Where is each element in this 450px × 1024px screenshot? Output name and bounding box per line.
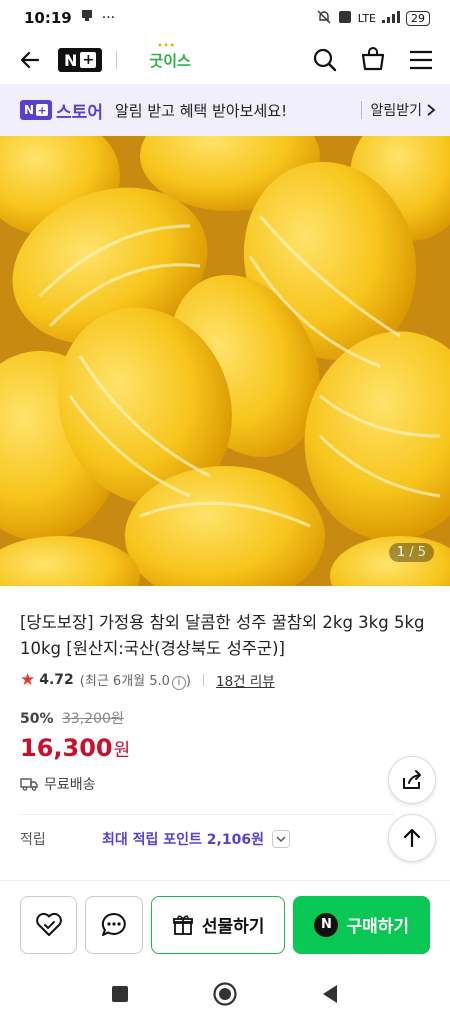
shop-logo[interactable]: 굿이스 (149, 41, 190, 71)
wishlist-button[interactable] (20, 895, 78, 954)
image-current: 1 (396, 545, 406, 560)
triangle-back-icon (323, 985, 337, 1003)
info-icon[interactable]: i (171, 676, 186, 690)
points-value: 최대 적립 포인트 2,106원 (102, 832, 264, 848)
original-price-row: 50% 33,200원 (20, 708, 430, 728)
gift-button[interactable]: 선물하기 (150, 895, 286, 954)
square-icon (112, 986, 128, 1002)
shipping-label: 무료배송 (44, 777, 96, 793)
naver-pay-badge: N (314, 912, 339, 937)
scroll-top-button[interactable] (388, 814, 436, 862)
menu-button[interactable] (406, 45, 436, 75)
store-name: 스토어 (56, 102, 103, 123)
sale-price-row: 16,300 원 (20, 734, 430, 762)
basket-icon (361, 47, 385, 71)
image-page-indicator: 1 / 5 (388, 543, 434, 562)
section-divider (20, 814, 394, 815)
home-button[interactable] (212, 981, 238, 1011)
buy-label: 구매하기 (346, 917, 410, 937)
share-icon (403, 770, 421, 789)
cart-button[interactable] (358, 45, 388, 75)
points-row[interactable]: 적립 최대 적립 포인트 2,106원 (20, 829, 430, 849)
naver-plus-store-logo: N + 스토어 (20, 98, 103, 123)
logo-plus: + (80, 52, 97, 68)
signal-icon (382, 10, 400, 26)
notification-icon (80, 9, 94, 27)
search-icon (313, 48, 337, 72)
status-bar: 10:19 ··· LTE 29 (0, 0, 450, 36)
chevron-down-icon (276, 836, 286, 843)
chevron-right-icon (427, 104, 436, 116)
recent-rating-close: ) (185, 674, 191, 689)
share-button[interactable] (388, 756, 436, 804)
system-back-button[interactable] (320, 983, 340, 1009)
recent-rating: (최근 6개월 5.0 i) (80, 670, 191, 690)
gift-icon (172, 914, 193, 935)
discount-rate: 50% (20, 711, 54, 727)
logo-letter: N (64, 50, 78, 70)
star-icon: ★ (20, 670, 36, 690)
clock: 10:19 (24, 9, 72, 27)
mute-icon (316, 9, 332, 28)
volte-icon (338, 10, 352, 27)
battery-indicator: 29 (406, 10, 430, 26)
image-total: / 5 (409, 545, 426, 560)
product-info: [당도보장] 가정용 참외 달콤한 성주 꿀참외 2kg 3kg 5kg 10k… (0, 586, 450, 849)
system-navigation-bar (0, 968, 450, 1024)
nav-divider (116, 51, 118, 69)
gift-label: 선물하기 (201, 917, 265, 937)
circle-home-icon (213, 982, 237, 1006)
back-button[interactable] (14, 44, 46, 76)
subscribe-alerts-label: 알림받기 (370, 103, 422, 119)
more-notifications: ··· (101, 10, 116, 26)
original-price: 33,200원 (61, 711, 124, 727)
hamburger-icon (410, 50, 432, 70)
notification-promo-banner[interactable]: N + 스토어 알림 받고 혜택 받아보세요! 알림받기 (0, 84, 450, 136)
reviews-link[interactable]: 18건 리뷰 (216, 670, 275, 690)
purchase-action-bar: 선물하기 N 구매하기 (0, 880, 450, 968)
points-label: 적립 (20, 832, 46, 848)
promo-message: 알림 받고 혜택 받아보세요! (114, 101, 288, 120)
arrow-left-icon (20, 51, 40, 69)
shipping-info: 무료배송 (20, 774, 430, 794)
subscribe-alerts-button[interactable]: 알림받기 (370, 100, 436, 120)
network-label: LTE (357, 11, 376, 25)
product-image-carousel[interactable]: 1 / 5 (0, 136, 450, 586)
buy-button[interactable]: N 구매하기 (293, 895, 431, 954)
promo-divider (361, 101, 363, 119)
melon-product-photo (0, 136, 450, 586)
search-button[interactable] (310, 45, 340, 75)
points-expand-button[interactable] (271, 830, 290, 848)
top-navigation: N + 굿이스 (0, 36, 450, 84)
rating-value: 4.72 (39, 672, 74, 688)
truck-icon (20, 778, 38, 791)
currency-unit: 원 (113, 740, 131, 761)
talk-inquiry-button[interactable] (85, 895, 143, 954)
recent-rating-text: (최근 6개월 5.0 (79, 674, 170, 689)
product-title: [당도보장] 가정용 참외 달콤한 성주 꿀참외 2kg 3kg 5kg 10k… (20, 613, 425, 658)
naver-plus-logo[interactable]: N + (58, 48, 103, 72)
recents-button[interactable] (110, 984, 130, 1008)
store-logo-plus: + (36, 103, 49, 117)
rating-row: ★ 4.72 (최근 6개월 5.0 i) 18건 리뷰 (20, 670, 430, 690)
rating-divider (203, 674, 204, 686)
store-logo-letter: N (24, 103, 35, 117)
sale-price: 16,300 (20, 734, 113, 762)
arrow-up-icon (403, 828, 421, 848)
chat-bubble-icon (101, 912, 126, 936)
heart-icon (35, 912, 62, 936)
